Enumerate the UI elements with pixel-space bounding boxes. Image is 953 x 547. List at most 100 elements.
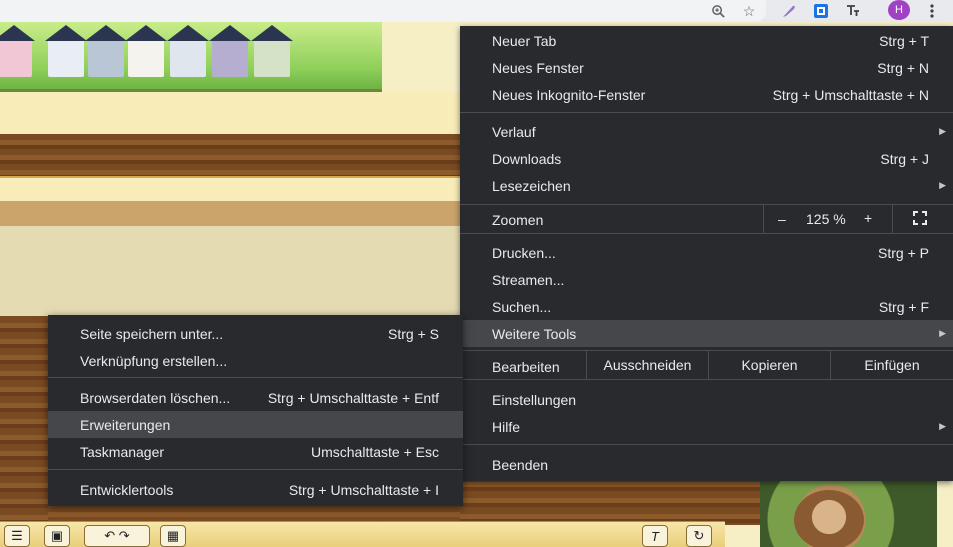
omnibox[interactable] — [0, 0, 766, 22]
extension-text-icon[interactable] — [843, 1, 863, 21]
house-image — [209, 25, 251, 77]
menu-item-label: Downloads — [492, 150, 562, 167]
wood-panel — [0, 316, 48, 526]
page-panel — [0, 180, 460, 202]
more-tools-submenu: Seite speichern unter... Strg + S Verknü… — [48, 315, 463, 506]
menu-item-downloads[interactable]: Downloads Strg + J — [460, 145, 953, 172]
undo-redo-icon[interactable]: ↶ ↷ — [84, 525, 150, 547]
menu-item-label: Taskmanager — [80, 443, 165, 460]
zoom-in-button[interactable]: + — [864, 210, 872, 226]
fullscreen-icon[interactable] — [913, 211, 927, 225]
menu-item-label: Einstellungen — [492, 391, 577, 408]
table-icon[interactable]: ▦ — [160, 525, 186, 547]
menu-item-label: Suchen... — [492, 298, 552, 315]
menu-item-label: Neues Inkognito-Fenster — [492, 86, 646, 103]
copy-button[interactable]: Kopieren — [708, 351, 830, 379]
menu-item-help[interactable]: Hilfe ▶ — [460, 413, 953, 440]
zoom-icon[interactable] — [708, 1, 728, 21]
submenu-arrow-icon: ▶ — [939, 180, 946, 190]
monkey-image — [794, 490, 864, 547]
zoom-level: 125 % — [806, 211, 846, 227]
menu-item-print[interactable]: Drucken... Strg + P — [460, 239, 953, 266]
zoom-label: Zoomen — [492, 212, 544, 228]
menu-item-find[interactable]: Suchen... Strg + F — [460, 293, 953, 320]
house-image — [125, 25, 167, 77]
house-image — [251, 25, 293, 77]
menu-item-shortcut: Strg + N — [877, 59, 929, 76]
extension-feather-icon[interactable] — [779, 1, 799, 21]
menu-item-label: Erweiterungen — [80, 416, 171, 433]
menu-item-bookmarks[interactable]: Lesezeichen ▶ — [460, 172, 953, 199]
menu-item-shortcut: Umschalttaste + Esc — [311, 443, 439, 460]
extension-translate-icon[interactable] — [811, 1, 831, 21]
zoom-row: Zoomen – 125 % + — [460, 205, 953, 233]
menu-item-settings[interactable]: Einstellungen — [460, 386, 953, 413]
menu-item-shortcut: Strg + P — [878, 244, 929, 261]
submenu-arrow-icon: ▶ — [939, 126, 946, 136]
submenu-arrow-icon: ▶ — [939, 328, 946, 338]
menu-item-cast[interactable]: Streamen... — [460, 266, 953, 293]
menu-item-label: Lesezeichen — [492, 177, 571, 194]
menu-divider — [48, 469, 463, 470]
menu-item-shortcut: Strg + J — [880, 150, 929, 167]
menu-item-new-tab[interactable]: Neuer Tab Strg + T — [460, 27, 953, 54]
menu-item-label: Entwicklertools — [80, 481, 174, 498]
profile-avatar[interactable]: H — [888, 0, 910, 20]
menu-item-shortcut: Strg + T — [879, 32, 929, 49]
menu-item-new-window[interactable]: Neues Fenster Strg + N — [460, 54, 953, 81]
rotate-icon[interactable]: ↻ — [686, 525, 712, 547]
more-menu-icon[interactable] — [922, 1, 942, 21]
submenu-item-dev-tools[interactable]: Entwicklertools Strg + Umschalttaste + I — [48, 476, 463, 503]
menu-item-exit[interactable]: Beenden — [460, 451, 953, 478]
menu-item-label: Hilfe — [492, 418, 521, 435]
game-character-image — [760, 478, 937, 547]
submenu-item-create-shortcut[interactable]: Verknüpfung erstellen... — [48, 347, 463, 374]
menu-item-label: Seite speichern unter... — [80, 325, 224, 342]
text-italic-icon[interactable]: T — [642, 525, 668, 547]
save-icon[interactable]: ▣ — [44, 525, 70, 547]
menu-item-label: Browserdaten löschen... — [80, 389, 231, 406]
menu-item-label: Verlauf — [492, 123, 536, 140]
house-image — [45, 25, 87, 77]
menu-divider — [460, 444, 953, 445]
paste-button[interactable]: Einfügen — [830, 351, 953, 379]
menu-divider — [48, 377, 463, 378]
edit-row: Bearbeiten Ausschneiden Kopieren Einfüge… — [460, 351, 953, 379]
menu-divider — [460, 112, 953, 113]
browser-toolbar: ☆ H — [0, 0, 953, 22]
page-panel — [0, 202, 460, 226]
menu-item-shortcut: Strg + Umschalttaste + Entf — [267, 389, 439, 406]
chrome-main-menu: Neuer Tab Strg + T Neues Fenster Strg + … — [460, 26, 953, 481]
house-image — [85, 25, 127, 77]
page-panel — [0, 92, 460, 134]
list-icon[interactable]: ☰ — [4, 525, 30, 547]
menu-item-label: Weitere Tools — [492, 325, 577, 342]
zoom-out-button[interactable]: – — [778, 211, 786, 227]
game-banner-image — [0, 22, 382, 92]
star-icon[interactable]: ☆ — [739, 1, 759, 21]
house-image — [0, 25, 35, 77]
menu-item-shortcut: Strg + F — [878, 298, 929, 315]
page-panel — [0, 226, 460, 316]
menu-item-history[interactable]: Verlauf ▶ — [460, 118, 953, 145]
submenu-arrow-icon: ▶ — [939, 421, 946, 431]
menu-item-label: Neues Fenster — [492, 59, 584, 76]
menu-item-more-tools[interactable]: Weitere Tools ▶ — [460, 320, 953, 347]
submenu-item-save-page[interactable]: Seite speichern unter... Strg + S — [48, 320, 463, 347]
house-image — [167, 25, 209, 77]
menu-divider — [460, 233, 953, 234]
menu-item-label: Verknüpfung erstellen... — [80, 352, 228, 369]
submenu-item-clear-data[interactable]: Browserdaten löschen... Strg + Umschaltt… — [48, 384, 463, 411]
cut-button[interactable]: Ausschneiden — [586, 351, 708, 379]
menu-item-label: Beenden — [492, 456, 549, 473]
menu-item-label: Drucken... — [492, 244, 556, 261]
wood-panel — [0, 134, 460, 178]
menu-item-shortcut: Strg + Umschalttaste + N — [772, 86, 929, 103]
menu-item-shortcut: Strg + Umschalttaste + I — [288, 481, 439, 498]
menu-divider — [460, 379, 953, 380]
menu-item-incognito[interactable]: Neues Inkognito-Fenster Strg + Umschaltt… — [460, 81, 953, 108]
submenu-item-extensions[interactable]: Erweiterungen — [48, 411, 463, 438]
submenu-item-task-manager[interactable]: Taskmanager Umschalttaste + Esc — [48, 438, 463, 465]
zoom-controls: – 125 % + — [763, 205, 893, 233]
wood-panel — [460, 475, 760, 525]
